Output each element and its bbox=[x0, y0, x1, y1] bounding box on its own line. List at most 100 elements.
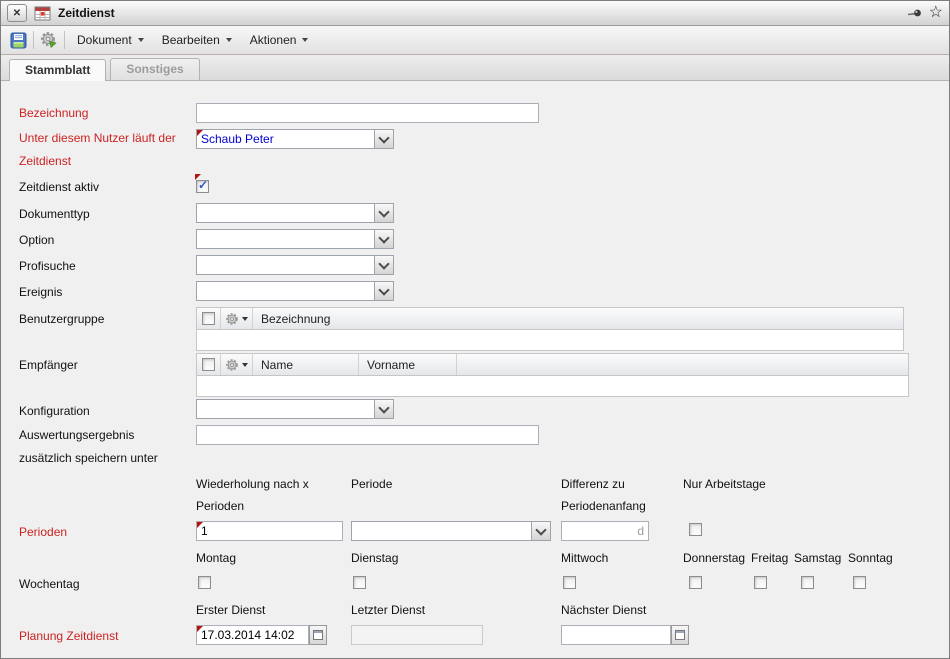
checkbox-sonntag[interactable] bbox=[853, 576, 866, 589]
zeitdienst-aktiv-label: Zeitdienst aktiv bbox=[19, 180, 99, 194]
menu-bearbeiten-label: Bearbeiten bbox=[162, 33, 220, 47]
ereignis-combobox[interactable] bbox=[196, 281, 394, 301]
erster-dienst-calendar-button[interactable] bbox=[309, 625, 327, 645]
dokumenttyp-combobox-value bbox=[197, 204, 374, 222]
benutzergruppe-column-bezeichnung[interactable]: Bezeichnung bbox=[253, 308, 903, 329]
profisuche-combobox-arrow[interactable] bbox=[374, 256, 393, 274]
gear-icon bbox=[225, 312, 239, 326]
benutzergruppe-selectall-checkbox[interactable] bbox=[202, 312, 215, 325]
auswertung-label-line1: Auswertungsergebnis bbox=[19, 428, 134, 442]
benutzergruppe-selectall-cell[interactable] bbox=[197, 308, 221, 329]
profisuche-combobox-value bbox=[197, 256, 374, 274]
konfiguration-combobox[interactable] bbox=[196, 399, 394, 419]
menu-aktionen[interactable]: Aktionen bbox=[241, 29, 318, 51]
erster-dienst-header: Erster Dienst bbox=[196, 603, 265, 617]
naechster-dienst-date-input[interactable] bbox=[561, 625, 671, 645]
nutzer-label-line1: Unter diesem Nutzer läuft der bbox=[19, 131, 176, 145]
wochentag-label: Wochentag bbox=[19, 577, 80, 591]
benutzergruppe-table-header: Bezeichnung bbox=[196, 307, 904, 330]
periode-combobox-arrow[interactable] bbox=[531, 522, 550, 540]
run-gear-button[interactable] bbox=[37, 29, 61, 52]
bezeichnung-input[interactable] bbox=[196, 103, 539, 123]
nutzer-combobox-value: Schaub Peter bbox=[197, 130, 374, 148]
close-button[interactable]: ✕ bbox=[7, 4, 27, 22]
nur-arbeitstage-header: Nur Arbeitstage bbox=[683, 477, 766, 491]
tab-sonstiges[interactable]: Sonstiges bbox=[110, 58, 199, 80]
profisuche-label: Profisuche bbox=[19, 259, 76, 273]
menu-dokument-label: Dokument bbox=[77, 33, 132, 47]
chevron-down-icon bbox=[226, 38, 232, 42]
empfaenger-column-spacer bbox=[457, 354, 908, 375]
periode-combobox-value bbox=[352, 522, 531, 540]
periode-header: Periode bbox=[351, 477, 392, 491]
checkbox-samstag[interactable] bbox=[801, 576, 814, 589]
naechster-dienst-header: Nächster Dienst bbox=[561, 603, 646, 617]
tab-stammblatt[interactable]: Stammblatt bbox=[9, 59, 106, 81]
day-header-dienstag: Dienstag bbox=[351, 551, 398, 565]
empfaenger-column-vorname[interactable]: Vorname bbox=[359, 354, 457, 375]
profisuche-combobox[interactable] bbox=[196, 255, 394, 275]
toolbar-separator bbox=[64, 31, 65, 49]
dokumenttyp-label: Dokumenttyp bbox=[19, 207, 90, 221]
titlebar: ✕ Zeitdienst ☆ bbox=[1, 1, 949, 26]
konfiguration-combobox-value bbox=[197, 400, 374, 418]
pin-icon[interactable] bbox=[906, 5, 923, 21]
konfiguration-label: Konfiguration bbox=[19, 404, 90, 418]
nutzer-combobox[interactable]: Schaub Peter bbox=[196, 129, 394, 149]
dokumenttyp-combobox-arrow[interactable] bbox=[374, 204, 393, 222]
menu-dokument[interactable]: Dokument bbox=[68, 29, 153, 51]
calendar-document-icon bbox=[34, 5, 51, 22]
benutzergruppe-label: Benutzergruppe bbox=[19, 312, 104, 326]
option-combobox[interactable] bbox=[196, 229, 394, 249]
checkbox-freitag[interactable] bbox=[754, 576, 767, 589]
periode-combobox[interactable] bbox=[351, 521, 551, 541]
checkbox-mittwoch[interactable] bbox=[563, 576, 576, 589]
empfaenger-table-header: Name Vorname bbox=[196, 353, 909, 376]
empfaenger-selectall-checkbox[interactable] bbox=[202, 358, 215, 371]
calendar-icon bbox=[675, 630, 685, 640]
chevron-down-icon bbox=[378, 232, 389, 243]
empfaenger-gear-menu[interactable] bbox=[221, 354, 253, 375]
naechster-dienst-calendar-button[interactable] bbox=[671, 625, 689, 645]
auswertung-label-line2: zusätzlich speichern unter bbox=[19, 451, 158, 465]
zeitdienst-aktiv-checkbox[interactable] bbox=[196, 180, 209, 193]
differenz-header-line2: Periodenanfang bbox=[561, 499, 646, 513]
dokumenttyp-combobox[interactable] bbox=[196, 203, 394, 223]
calendar-icon bbox=[313, 630, 323, 640]
star-favorite-icon[interactable]: ☆ bbox=[929, 5, 943, 21]
empfaenger-label: Empfänger bbox=[19, 358, 78, 372]
nutzer-label-line2: Zeitdienst bbox=[19, 154, 71, 168]
chevron-down-icon bbox=[242, 317, 248, 321]
stammblatt-form: Bezeichnung Unter diesem Nutzer läuft de… bbox=[1, 81, 949, 659]
wiederholung-input[interactable] bbox=[196, 521, 343, 541]
gear-run-icon bbox=[40, 31, 58, 49]
empfaenger-column-name[interactable]: Name bbox=[253, 354, 359, 375]
perioden-label: Perioden bbox=[19, 525, 67, 539]
nutzer-combobox-arrow[interactable] bbox=[374, 130, 393, 148]
erster-dienst-date-input[interactable] bbox=[196, 625, 309, 645]
toolbar: Dokument Bearbeiten Aktionen bbox=[1, 26, 949, 55]
letzter-dienst-input bbox=[351, 625, 483, 645]
zeitdienst-window: ✕ Zeitdienst ☆ bbox=[0, 0, 950, 659]
required-marker-icon bbox=[197, 522, 203, 528]
differenz-input[interactable] bbox=[561, 521, 649, 541]
empfaenger-selectall-cell[interactable] bbox=[197, 354, 221, 375]
close-icon: ✕ bbox=[13, 8, 21, 19]
tab-strip: Stammblatt Sonstiges bbox=[1, 55, 949, 81]
checkbox-montag[interactable] bbox=[198, 576, 211, 589]
option-combobox-arrow[interactable] bbox=[374, 230, 393, 248]
benutzergruppe-empty-row bbox=[196, 330, 904, 351]
day-header-montag: Montag bbox=[196, 551, 236, 565]
ereignis-combobox-arrow[interactable] bbox=[374, 282, 393, 300]
chevron-down-icon bbox=[535, 524, 546, 535]
konfiguration-combobox-arrow[interactable] bbox=[374, 400, 393, 418]
checkbox-dienstag[interactable] bbox=[353, 576, 366, 589]
auswertung-input[interactable] bbox=[196, 425, 539, 445]
save-button[interactable] bbox=[6, 29, 30, 52]
checkbox-donnerstag[interactable] bbox=[689, 576, 702, 589]
nur-arbeitstage-checkbox[interactable] bbox=[689, 523, 702, 536]
benutzergruppe-gear-menu[interactable] bbox=[221, 308, 253, 329]
chevron-down-icon bbox=[378, 284, 389, 295]
menu-bearbeiten[interactable]: Bearbeiten bbox=[153, 29, 241, 51]
planung-zeitdienst-label: Planung Zeitdienst bbox=[19, 629, 118, 643]
